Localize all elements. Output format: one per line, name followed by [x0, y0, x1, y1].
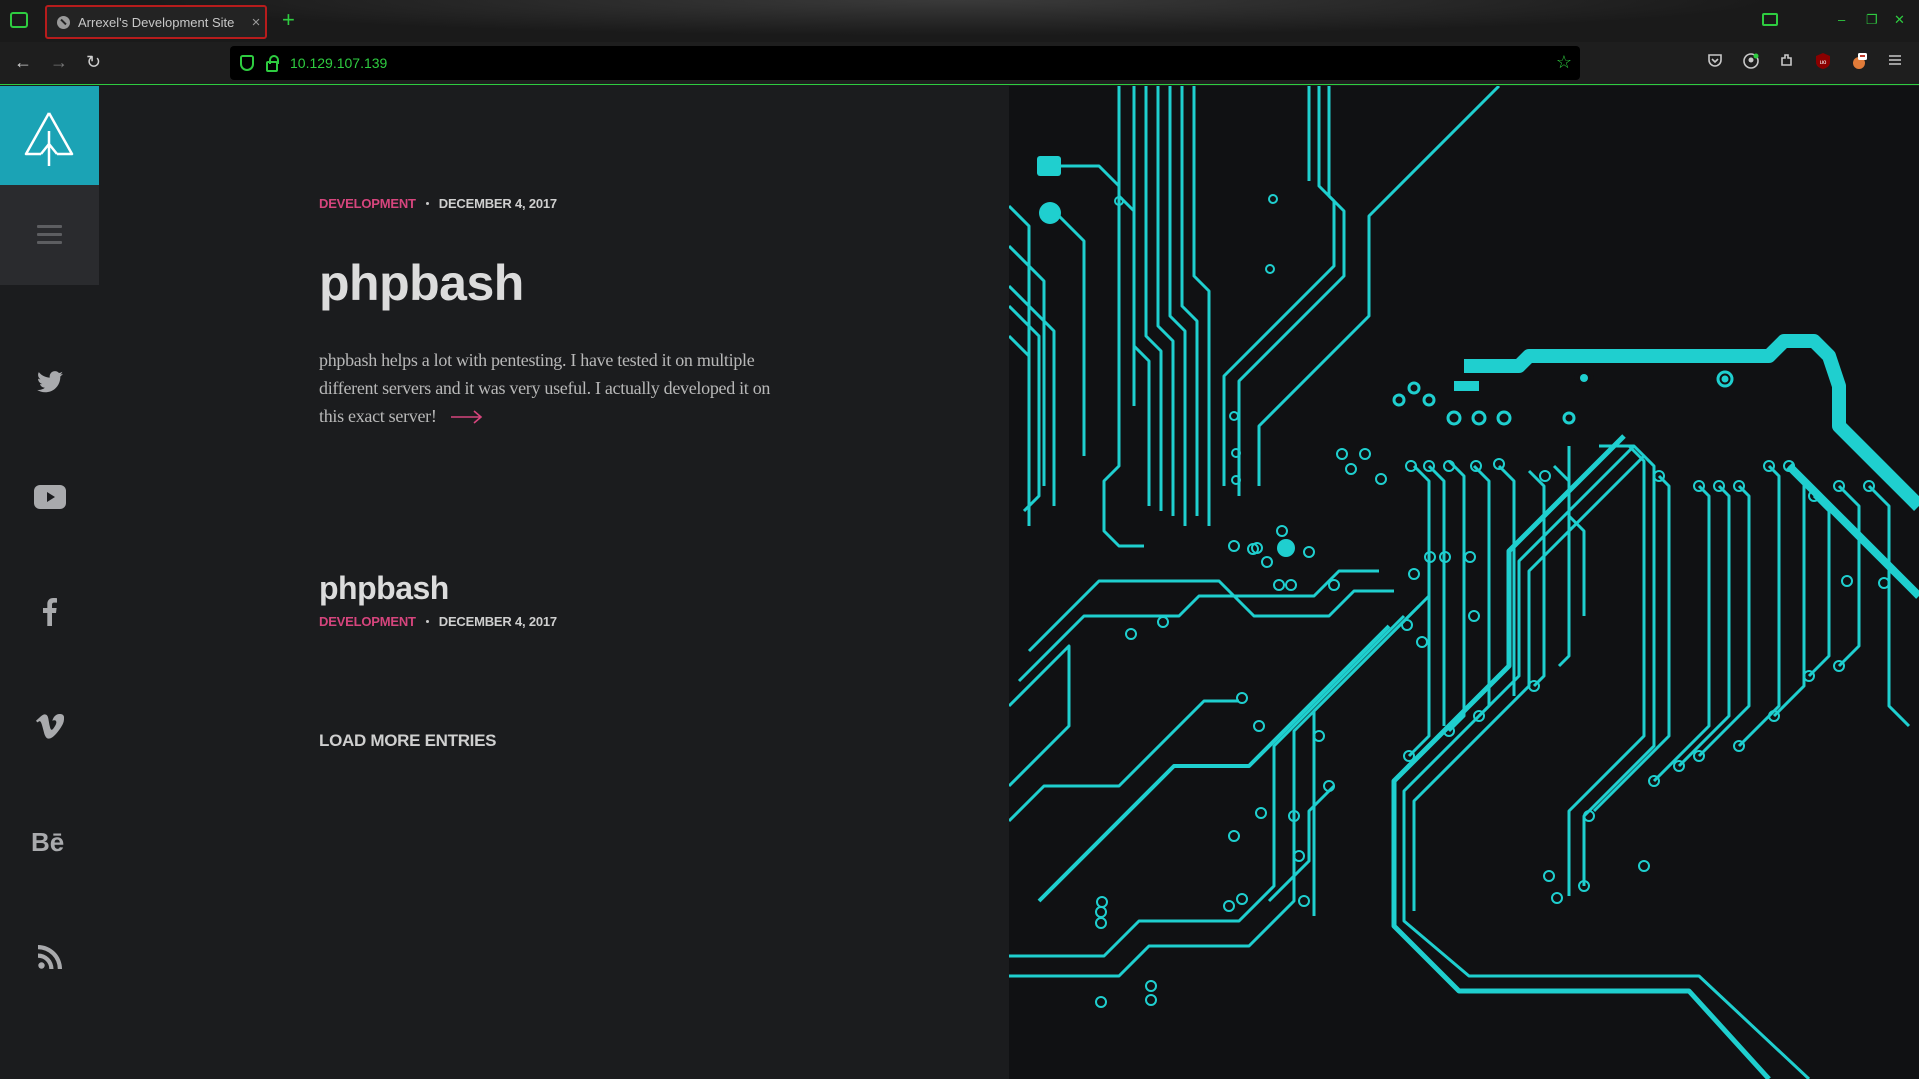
bookmark-star-icon[interactable]: ☆: [1556, 52, 1572, 73]
post-category-link[interactable]: DEVELOPMENT: [319, 196, 416, 211]
youtube-link[interactable]: [0, 477, 99, 517]
svg-text:Bē: Bē: [31, 829, 64, 855]
foxyproxy-icon[interactable]: [1850, 52, 1868, 70]
behance-icon: Bē: [31, 829, 64, 855]
rss-link[interactable]: [0, 937, 99, 977]
hamburger-icon: [37, 225, 62, 245]
meta-separator: [425, 620, 429, 623]
close-window-button[interactable]: ✕: [1894, 12, 1905, 28]
post-title[interactable]: phpbash: [319, 570, 449, 607]
minimize-button[interactable]: –: [1838, 12, 1845, 27]
twitter-link[interactable]: [0, 362, 99, 402]
twitter-icon: [36, 371, 63, 393]
browser-nav-bar: ← → ↻ 10.129.107.139 ☆ uo: [0, 42, 1919, 85]
browser-menu-icon[interactable]: [1886, 52, 1904, 70]
maximize-button[interactable]: ❐: [1866, 12, 1878, 28]
post-excerpt: phpbash helps a lot with pentesting. I h…: [319, 346, 799, 432]
meta-separator: [425, 202, 429, 205]
post-meta: DEVELOPMENT DECEMBER 4, 2017: [319, 614, 557, 629]
forward-button[interactable]: →: [50, 52, 68, 72]
site-logo[interactable]: [0, 86, 99, 185]
post-meta: DEVELOPMENT DECEMBER 4, 2017: [319, 196, 557, 211]
url-text[interactable]: 10.129.107.139: [290, 55, 387, 71]
read-more-arrow-icon[interactable]: [450, 404, 483, 432]
youtube-icon: [33, 485, 66, 509]
site-favicon-icon: [57, 15, 70, 29]
pocket-icon[interactable]: [1706, 52, 1724, 70]
featured-post-title[interactable]: phpbash: [319, 254, 524, 312]
menu-toggle[interactable]: [0, 185, 99, 285]
post-excerpt-text: phpbash helps a lot with pentesting. I h…: [319, 350, 771, 426]
new-tab-button[interactable]: +: [282, 9, 295, 31]
blog-content: DEVELOPMENT DECEMBER 4, 2017 phpbash php…: [99, 86, 1009, 1079]
ublock-icon[interactable]: uo: [1814, 52, 1832, 70]
url-bar[interactable]: 10.129.107.139 ☆: [230, 46, 1580, 80]
container-icon[interactable]: [1762, 13, 1778, 26]
svg-text:uo: uo: [1820, 60, 1827, 66]
tab-title: Arrexel's Development Site: [78, 14, 235, 30]
post-date: DECEMBER 4, 2017: [438, 196, 557, 211]
tracking-shield-icon[interactable]: [240, 55, 254, 71]
load-more-button[interactable]: LOAD MORE ENTRIES: [319, 731, 496, 751]
lock-icon[interactable]: [266, 54, 279, 72]
circuit-board-image: [1009, 86, 1919, 1079]
reload-button[interactable]: ↻: [86, 52, 101, 72]
arrow-tree-logo-icon: [24, 112, 74, 166]
browser-tab-active[interactable]: Arrexel's Development Site ×: [45, 5, 267, 39]
tab-list-icon[interactable]: [10, 12, 28, 28]
browser-tab-bar: Arrexel's Development Site × + – ❐ ✕: [0, 0, 1919, 42]
site-sidebar: Bē: [0, 86, 99, 1079]
back-button[interactable]: ←: [14, 52, 32, 72]
close-tab-icon[interactable]: ×: [247, 14, 265, 31]
vimeo-icon: [35, 714, 64, 739]
rss-icon: [37, 945, 62, 969]
behance-link[interactable]: Bē: [0, 822, 99, 862]
facebook-icon: [42, 598, 57, 626]
post-category-link[interactable]: DEVELOPMENT: [319, 614, 416, 629]
account-icon[interactable]: [1742, 52, 1760, 70]
extensions-icon[interactable]: [1778, 52, 1796, 70]
vimeo-link[interactable]: [0, 707, 99, 747]
post-date: DECEMBER 4, 2017: [438, 614, 557, 629]
facebook-link[interactable]: [0, 592, 99, 632]
